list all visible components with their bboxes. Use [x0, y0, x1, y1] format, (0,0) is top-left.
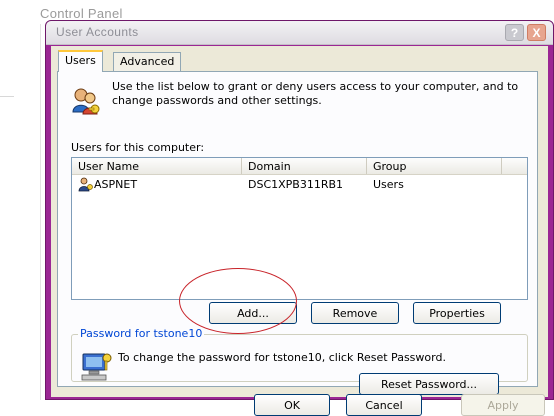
user-accounts-dialog: User Accounts ? X Users Advanced Use the…: [45, 20, 554, 416]
list-header: User Name Domain Group: [72, 158, 527, 175]
password-groupbox: Password for tstone10 To change the pass…: [71, 327, 528, 395]
background-divider: [0, 96, 14, 97]
dialog-client-area: Users Advanced Use the list below to gra…: [51, 46, 548, 416]
ok-button[interactable]: OK: [254, 394, 330, 416]
cell-user-name: ASPNET: [94, 178, 138, 191]
close-icon[interactable]: X: [527, 24, 546, 41]
column-header-domain[interactable]: Domain: [242, 158, 367, 174]
column-header-user-name[interactable]: User Name: [72, 158, 242, 174]
users-key-icon: [72, 88, 100, 115]
background-window-title: Control Panel: [40, 6, 123, 21]
remove-button[interactable]: Remove: [311, 302, 399, 324]
password-group-label: Password for tstone10: [78, 327, 205, 340]
password-instructions: To change the password for tstone10, cli…: [118, 351, 446, 364]
users-list-label: Users for this computer:: [71, 141, 205, 154]
reset-password-button[interactable]: Reset Password...: [359, 373, 499, 395]
users-list[interactable]: User Name Domain Group ASPNET DSC1XPB311…: [71, 157, 528, 300]
user-row-icon: [78, 177, 93, 192]
dialog-title: User Accounts: [56, 25, 139, 39]
table-row[interactable]: ASPNET DSC1XPB311RB1 Users: [72, 176, 529, 194]
cell-group: Users: [373, 178, 404, 191]
add-button[interactable]: Add...: [209, 302, 297, 324]
properties-button[interactable]: Properties: [413, 302, 501, 324]
users-tab-panel: Use the list below to grant or deny user…: [57, 71, 538, 395]
column-header-group[interactable]: Group: [367, 158, 502, 174]
cell-domain: DSC1XPB311RB1: [248, 178, 344, 191]
tab-users[interactable]: Users: [58, 50, 103, 72]
title-bar[interactable]: User Accounts ? X: [46, 21, 553, 45]
computer-key-icon: [81, 353, 112, 381]
tab-advanced[interactable]: Advanced: [113, 52, 182, 72]
help-icon[interactable]: ?: [505, 24, 524, 41]
cancel-button[interactable]: Cancel: [346, 394, 422, 416]
background-divider-vertical: [40, 24, 41, 400]
apply-button[interactable]: Apply: [461, 394, 545, 416]
intro-text: Use the list below to grant or deny user…: [112, 80, 519, 107]
